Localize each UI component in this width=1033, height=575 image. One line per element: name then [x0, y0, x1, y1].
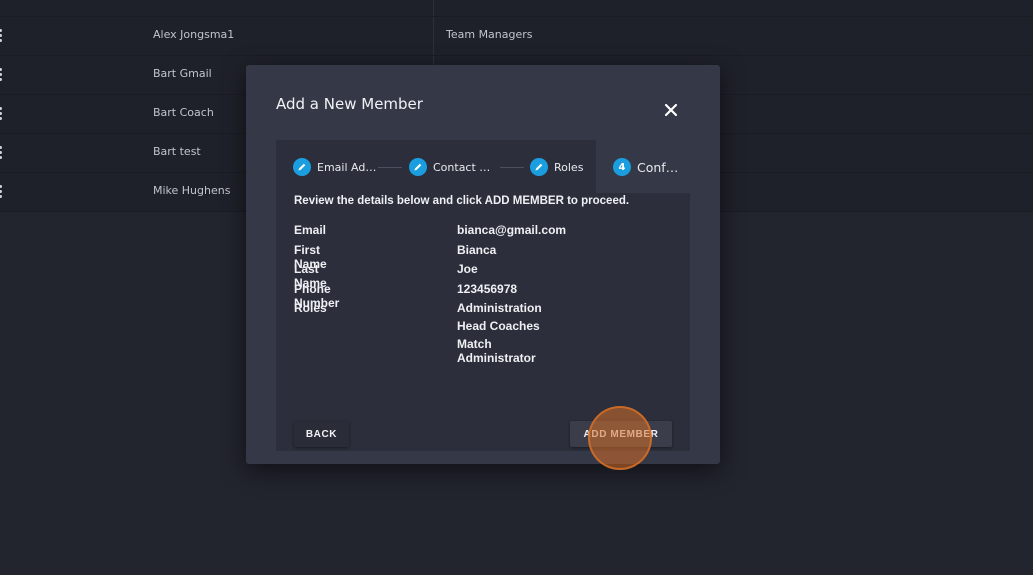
step-contact-details[interactable]: Contact …	[409, 157, 490, 177]
detail-value: Bianca	[457, 242, 497, 257]
member-name: Mike Hughens	[153, 184, 231, 197]
add-member-dialog: Add a New Member Email Ad… Contact … Rol…	[246, 65, 720, 464]
step-label: Email Ad…	[317, 160, 377, 174]
step-roles[interactable]: Roles	[530, 157, 583, 177]
step-connector	[378, 167, 402, 168]
member-role: Team Managers	[446, 28, 533, 41]
screen: Alex Jongsma1 Team Managers Bart Gmail B…	[0, 0, 1033, 575]
table-row[interactable]: Alex Jongsma1 Team Managers	[0, 17, 1033, 56]
detail-value: bianca@gmail.com	[457, 223, 567, 237]
close-icon[interactable]	[662, 101, 680, 119]
member-name: Alex Jongsma1	[153, 28, 235, 41]
dialog-title: Add a New Member	[276, 95, 423, 113]
review-instruction: Review the details below and click ADD M…	[294, 195, 630, 207]
stepper: Email Ad… Contact … Roles 4 Conf…	[276, 140, 690, 193]
step-label: Conf…	[637, 159, 679, 175]
step-label: Contact …	[433, 160, 491, 174]
member-name: Bart test	[153, 145, 201, 158]
kebab-menu-icon[interactable]	[0, 68, 4, 82]
role-item: Head Coaches	[457, 319, 540, 333]
pencil-icon	[409, 158, 427, 176]
role-item: Administration	[457, 301, 542, 315]
pencil-icon	[293, 158, 311, 176]
role-item: Match Administrator	[457, 337, 536, 365]
detail-value: 123456978	[457, 281, 518, 296]
step-label: Roles	[554, 160, 584, 174]
pencil-icon	[530, 158, 548, 176]
kebab-menu-icon[interactable]	[0, 29, 4, 43]
member-name: Bart Coach	[153, 106, 214, 119]
detail-value: Joe	[457, 262, 478, 276]
table-row	[0, 0, 1033, 17]
step-email-address[interactable]: Email Ad…	[293, 157, 376, 177]
kebab-menu-icon[interactable]	[0, 107, 4, 121]
member-name: Bart Gmail	[153, 67, 212, 80]
back-button[interactable]: BACK	[294, 421, 349, 447]
kebab-menu-icon[interactable]	[0, 185, 4, 199]
step-confirm[interactable]: 4 Conf…	[613, 157, 678, 177]
stepper-panel: Email Ad… Contact … Roles 4 Conf… Review…	[276, 140, 690, 451]
roles-list: Administration Head Coaches Match Admini…	[457, 301, 542, 365]
detail-label: Roles	[294, 301, 327, 315]
step-number: 4	[613, 158, 631, 176]
step-connector	[500, 167, 524, 168]
kebab-menu-icon[interactable]	[0, 146, 4, 160]
detail-label: Email	[294, 223, 327, 237]
add-member-button[interactable]: ADD MEMBER	[570, 421, 672, 447]
